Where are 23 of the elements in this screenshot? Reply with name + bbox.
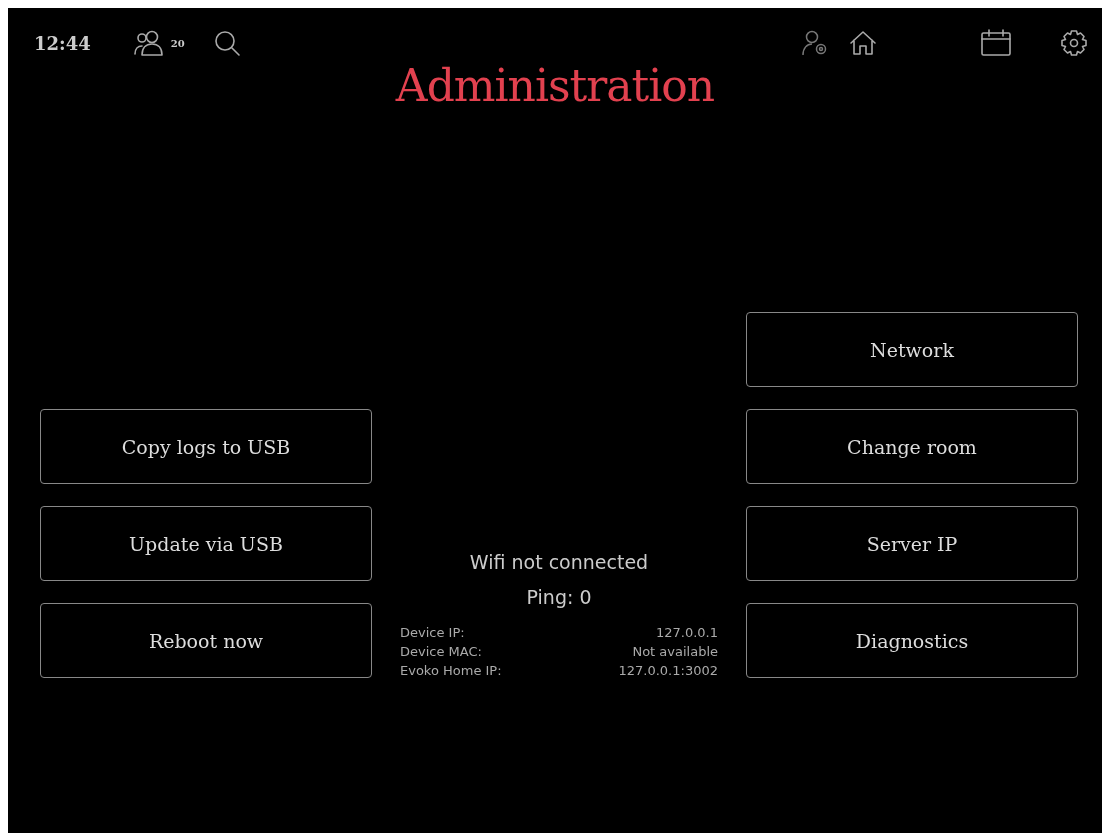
info-value: 127.0.0.1 xyxy=(654,625,718,640)
menu-button[interactable]: Change room xyxy=(746,409,1078,484)
calendar-icon[interactable] xyxy=(980,27,1012,59)
action-button[interactable]: Update via USB xyxy=(40,506,372,581)
info-label: Evoko Home IP: xyxy=(400,663,503,678)
user-settings-icon[interactable] xyxy=(801,29,829,57)
page-title: Administration xyxy=(395,60,715,111)
menu-button[interactable]: Diagnostics xyxy=(746,603,1078,678)
ping-status: Ping: 0 xyxy=(526,585,592,610)
people-count: 20 xyxy=(170,37,185,49)
info-value: 127.0.0.1:3002 xyxy=(618,663,718,678)
search-icon[interactable] xyxy=(212,29,241,57)
menu-button[interactable]: Server IP xyxy=(746,506,1078,581)
action-button[interactable]: Copy logs to USB xyxy=(40,409,372,484)
wifi-status: Wifi not connected xyxy=(469,550,649,575)
action-button[interactable]: Reboot now xyxy=(40,603,372,678)
clock-time: 12:44 xyxy=(34,32,91,54)
info-label: Device IP: xyxy=(400,625,466,640)
info-label: Device MAC: xyxy=(400,644,483,659)
info-value: Not available xyxy=(631,644,718,659)
menu-button[interactable]: Network xyxy=(746,312,1078,387)
settings-icon[interactable] xyxy=(1060,29,1088,57)
home-icon[interactable] xyxy=(849,29,877,57)
